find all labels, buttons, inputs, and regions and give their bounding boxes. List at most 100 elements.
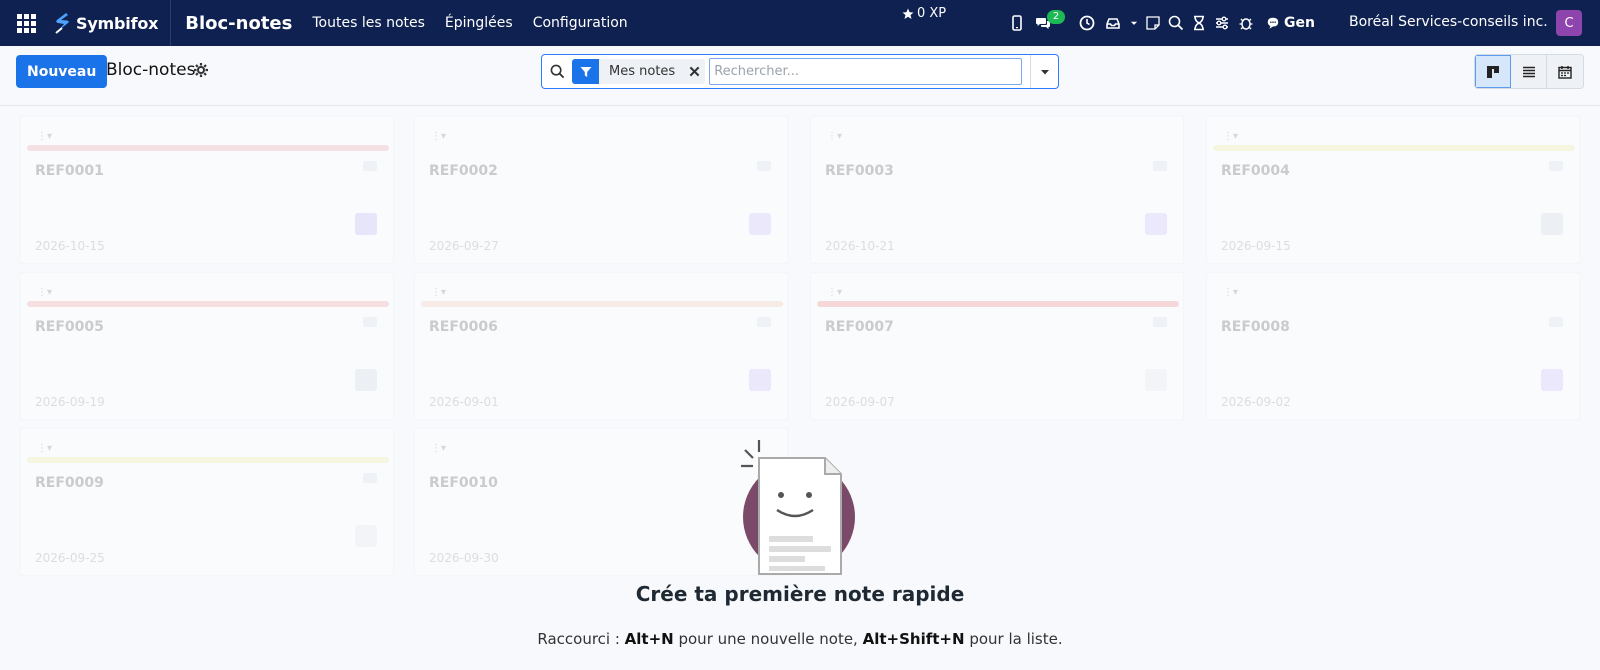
shortcut-new: Alt+N (624, 630, 674, 648)
card-date: 2026-09-25 (35, 551, 105, 565)
card-date: 2026-09-15 (1221, 239, 1291, 253)
calendar-icon (1558, 65, 1572, 79)
card-ref: REF0002 (429, 163, 498, 179)
control-panel: Nouveau Bloc-notes Mes notes (0, 46, 1600, 106)
tag-icon (363, 161, 377, 171)
menu-pinned[interactable]: Épinglées (445, 15, 513, 31)
search-icon[interactable] (542, 55, 572, 88)
kanban-icon (1487, 65, 1499, 78)
systray: 2 Gen (1004, 0, 1315, 46)
view-switcher (1474, 54, 1584, 89)
brand-logo-icon (55, 13, 69, 34)
breadcrumb: Bloc-notes (106, 60, 196, 80)
color-bar (27, 301, 389, 307)
top-navbar: Symbifox Bloc-notes Toutes les notes Épi… (0, 0, 1600, 46)
brand-name: Symbifox (76, 13, 159, 33)
menu-configuration[interactable]: Configuration (533, 15, 628, 31)
drag-handle-icon[interactable]: ⋮▾ (37, 287, 52, 298)
drag-handle-icon[interactable]: ⋮▾ (37, 131, 52, 142)
kanban-view-button[interactable] (1475, 55, 1511, 88)
mobile-icon[interactable] (1004, 0, 1030, 46)
bug-icon[interactable] (1234, 0, 1258, 46)
card-date: 2026-09-27 (429, 239, 499, 253)
color-bar (421, 145, 783, 151)
tag-icon (757, 317, 771, 327)
color-bar (1213, 301, 1575, 307)
drag-handle-icon[interactable]: ⋮▾ (37, 443, 52, 454)
drag-handle-icon[interactable]: ⋮▾ (1223, 131, 1238, 142)
apps-menu-button[interactable] (0, 0, 52, 46)
card-ref: REF0007 (825, 319, 894, 335)
tag-icon (757, 161, 771, 171)
close-icon[interactable] (683, 59, 705, 84)
clock-icon[interactable] (1074, 0, 1100, 46)
list-view-button[interactable] (1511, 55, 1547, 88)
kanban-card[interactable]: ⋮▾ REF0001 2026-10-15 (20, 116, 394, 264)
star-icon (902, 8, 914, 19)
tag-icon (1549, 317, 1563, 327)
tag-icon (1549, 161, 1563, 171)
kanban-card[interactable]: ⋮▾ REF0006 2026-09-01 (414, 272, 788, 420)
search-input[interactable] (709, 58, 1022, 85)
company-switcher[interactable]: Boréal Services-conseils inc. (1349, 14, 1548, 30)
kanban-card[interactable]: ⋮▾ REF0003 2026-10-21 (810, 116, 1184, 264)
drag-handle-icon[interactable]: ⋮▾ (431, 131, 446, 142)
card-ref: REF0003 (825, 163, 894, 179)
kanban-card[interactable]: ⋮▾ REF0010 2026-09-30 (414, 428, 788, 576)
card-date: 2026-09-19 (35, 395, 105, 409)
assignee-chip (749, 213, 771, 235)
app-title[interactable]: Bloc-notes (185, 13, 292, 34)
kanban-card[interactable]: ⋮▾ REF0004 2026-09-15 (1206, 116, 1580, 264)
filter-icon (572, 59, 599, 84)
assignee-chip (355, 525, 377, 547)
card-ref: REF0008 (1221, 319, 1290, 335)
kanban-card[interactable]: ⋮▾ REF0009 2026-09-25 (20, 428, 394, 576)
card-date: 2026-09-02 (1221, 395, 1291, 409)
drag-handle-icon[interactable]: ⋮▾ (1223, 287, 1238, 298)
drag-handle-icon[interactable]: ⋮▾ (827, 131, 842, 142)
note-icon[interactable] (1142, 0, 1164, 46)
inbox-icon[interactable] (1100, 0, 1126, 46)
brand[interactable]: Symbifox (52, 0, 172, 46)
sliders-icon[interactable] (1210, 0, 1234, 46)
chat-badge: 2 (1047, 10, 1065, 24)
color-bar (421, 301, 783, 307)
color-bar (27, 457, 389, 463)
gen-chat-button[interactable]: Gen (1266, 15, 1315, 31)
kanban-card[interactable]: ⋮▾ REF0008 2026-09-02 (1206, 272, 1580, 420)
caret-down-icon[interactable] (1126, 0, 1142, 46)
card-ref: REF0006 (429, 319, 498, 335)
menu-all-notes[interactable]: Toutes les notes (312, 15, 425, 31)
new-button[interactable]: Nouveau (16, 55, 108, 88)
gear-icon[interactable] (193, 62, 209, 78)
help-middle: pour une nouvelle note, (673, 630, 863, 648)
tag-icon (363, 317, 377, 327)
assignee-chip (355, 213, 377, 235)
kanban-card[interactable]: ⋮▾ REF0002 2026-09-27 (414, 116, 788, 264)
xp-counter[interactable]: 0 XP (902, 6, 946, 21)
assignee-chip (749, 369, 771, 391)
assignee-chip (1145, 369, 1167, 391)
search-options-toggle[interactable] (1030, 55, 1058, 88)
kanban-card[interactable]: ⋮▾ REF0005 2026-09-19 (20, 272, 394, 420)
user-avatar[interactable]: C (1556, 10, 1582, 36)
tag-icon (1153, 317, 1167, 327)
grid-icon (16, 13, 36, 33)
drag-handle-icon[interactable]: ⋮▾ (431, 287, 446, 298)
caret-down-icon (1040, 69, 1049, 74)
kanban-card[interactable]: ⋮▾ REF0007 2026-09-07 (810, 272, 1184, 420)
color-bar (27, 145, 389, 151)
chat-icon[interactable]: 2 (1030, 0, 1065, 46)
tag-icon (1153, 161, 1167, 171)
assignee-chip (1541, 213, 1563, 235)
xp-value: 0 XP (917, 6, 947, 21)
drag-handle-icon[interactable]: ⋮▾ (431, 443, 446, 454)
calendar-view-button[interactable] (1547, 55, 1583, 88)
hourglass-icon[interactable] (1188, 0, 1210, 46)
drag-handle-icon[interactable]: ⋮▾ (827, 287, 842, 298)
empty-state-help: Raccourci : Alt+N pour une nouvelle note… (0, 630, 1600, 648)
assignee-chip (355, 369, 377, 391)
search-icon[interactable] (1164, 0, 1188, 46)
shortcut-list: Alt+Shift+N (862, 630, 965, 648)
card-ref: REF0004 (1221, 163, 1290, 179)
